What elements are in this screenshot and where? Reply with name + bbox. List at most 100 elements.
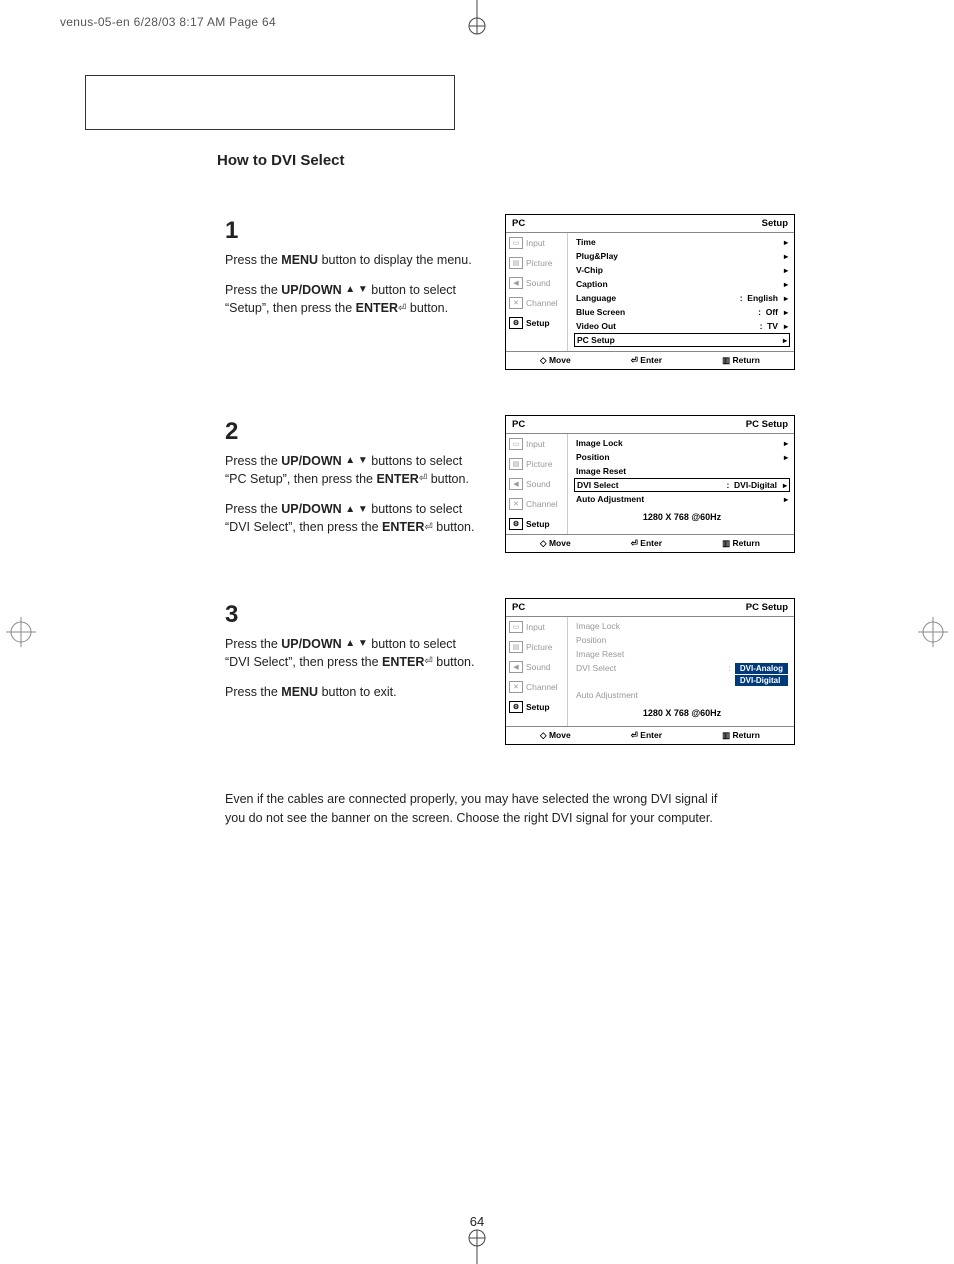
- osd-side-icon: ◀: [509, 661, 523, 673]
- header-box: [85, 75, 455, 130]
- step: 2 Press the UP/DOWN ▲ ▼ buttons to selec…: [225, 415, 795, 553]
- step-paragraph: Press the UP/DOWN ▲ ▼ buttons to select …: [225, 452, 475, 488]
- osd-side-input: ▭Input: [506, 233, 567, 253]
- osd-wrap: PCPC Setup ▭Input▤Picture◀Sound✕Channel⚙…: [505, 415, 795, 553]
- osd-header: PCSetup: [506, 215, 794, 233]
- osd-side-icon: ✕: [509, 681, 523, 693]
- osd-row: Position: [574, 633, 790, 647]
- osd-move: ◇ Move: [540, 355, 571, 366]
- osd-side-channel: ✕Channel: [506, 494, 567, 514]
- osd-row: DVI Select: DVI-Digital▸: [574, 478, 790, 492]
- osd-row: Time▸: [574, 235, 790, 249]
- osd-side-label: Sound: [526, 662, 551, 672]
- arrow-right-icon: ▸: [783, 481, 787, 490]
- osd-side-picture: ▤Picture: [506, 637, 567, 657]
- osd-row-label: DVI Select: [577, 480, 619, 490]
- osd-row-label: Time: [576, 237, 596, 247]
- arrow-right-icon: ▸: [784, 322, 788, 331]
- osd-row-label: PC Setup: [577, 335, 615, 345]
- osd-row-label: Caption: [576, 279, 608, 289]
- osd-side-label: Picture: [526, 459, 552, 469]
- osd-mode: PC: [512, 602, 525, 613]
- osd-row-label: Image Reset: [576, 466, 626, 476]
- osd-row-label: Image Lock: [576, 621, 620, 631]
- footnote: Even if the cables are connected properl…: [225, 790, 725, 829]
- osd-row-label: V-Chip: [576, 265, 603, 275]
- osd-row-val: : TV▸: [760, 321, 788, 331]
- steps-container: 1 Press the MENU button to display the m…: [225, 214, 795, 745]
- osd-side-label: Picture: [526, 642, 552, 652]
- step-paragraph: Press the MENU button to exit.: [225, 683, 475, 701]
- osd-row: Image Reset: [574, 647, 790, 661]
- osd-title: PC Setup: [746, 419, 788, 430]
- osd-option: DVI-Digital: [735, 675, 788, 686]
- osd-side-label: Channel: [526, 298, 558, 308]
- osd-row: Blue Screen : Off▸: [574, 305, 790, 319]
- osd-side-label: Input: [526, 439, 545, 449]
- osd-row-label: Blue Screen: [576, 307, 625, 317]
- osd-row: Image Lock ▸: [574, 436, 790, 450]
- osd-return: ▥ Return: [722, 730, 760, 741]
- crop-mark-bottom: [457, 1228, 497, 1264]
- osd-side-sound: ◀Sound: [506, 273, 567, 293]
- osd-side-icon: ⚙: [509, 518, 523, 530]
- osd-resolution: 1280 X 768 @60Hz: [574, 506, 790, 526]
- print-job-header: venus-05-en 6/28/03 8:17 AM Page 64: [60, 15, 276, 29]
- step: 1 Press the MENU button to display the m…: [225, 214, 795, 370]
- osd-side-icon: ▭: [509, 621, 523, 633]
- osd-side-label: Setup: [526, 519, 550, 529]
- osd-row: Language: English▸: [574, 291, 790, 305]
- osd-main: Time▸Plug&Play▸V-Chip▸Caption▸Language: …: [568, 233, 794, 351]
- osd-enter: ⏎ Enter: [631, 730, 662, 741]
- osd-row: Caption ▸: [574, 277, 790, 291]
- osd-side-setup: ⚙Setup: [506, 514, 567, 534]
- osd-row-val: ▸: [784, 439, 788, 448]
- osd-row-val: ▸: [784, 266, 788, 275]
- arrow-right-icon: ▸: [784, 439, 788, 448]
- osd-title: PC Setup: [746, 602, 788, 613]
- osd-row-label: Auto Adjustment: [576, 690, 638, 700]
- osd-side-channel: ✕Channel: [506, 677, 567, 697]
- crop-mark-right: [918, 617, 948, 647]
- osd-footer: ◇ Move ⏎ Enter ▥ Return: [506, 534, 794, 552]
- osd-title: Setup: [762, 218, 788, 229]
- osd-side-icon: ▭: [509, 438, 523, 450]
- osd-row: Video Out: TV▸: [574, 319, 790, 333]
- osd-row-label: Image Lock: [576, 438, 623, 448]
- step-paragraph: Press the MENU button to display the men…: [225, 251, 475, 269]
- osd-sidebar: ▭Input▤Picture◀Sound✕Channel⚙Setup: [506, 434, 568, 534]
- arrow-right-icon: ▸: [784, 308, 788, 317]
- osd-row-val: : Off▸: [758, 307, 788, 317]
- step-paragraph: Press the UP/DOWN ▲ ▼ buttons to select …: [225, 500, 475, 536]
- osd-side-picture: ▤Picture: [506, 454, 567, 474]
- osd-side-label: Picture: [526, 258, 552, 268]
- osd-row-label: Position: [576, 635, 606, 645]
- osd-side-channel: ✕Channel: [506, 293, 567, 313]
- osd-wrap: PCPC Setup ▭Input▤Picture◀Sound✕Channel⚙…: [505, 598, 795, 745]
- osd-row: Auto Adjustment: [574, 688, 790, 702]
- section-title: How to DVI Select: [217, 152, 865, 169]
- arrow-right-icon: ▸: [784, 266, 788, 275]
- osd-dviselect: PCPC Setup ▭Input▤Picture◀Sound✕Channel⚙…: [505, 598, 795, 745]
- osd-enter: ⏎ Enter: [631, 538, 662, 549]
- osd-row-label: Image Reset: [576, 649, 624, 659]
- arrow-right-icon: ▸: [784, 294, 788, 303]
- osd-side-icon: ▭: [509, 237, 523, 249]
- osd-side-input: ▭Input: [506, 617, 567, 637]
- osd-row-label: Auto Adjustment: [576, 494, 644, 504]
- osd-side-label: Setup: [526, 702, 550, 712]
- crop-mark-left: [6, 617, 36, 647]
- osd-row-val: ▸: [784, 453, 788, 462]
- step-number: 2: [225, 415, 475, 450]
- step-paragraph: Press the UP/DOWN ▲ ▼ button to select “…: [225, 635, 475, 671]
- osd-row-val: ▸: [784, 495, 788, 504]
- arrow-right-icon: ▸: [784, 280, 788, 289]
- osd-sidebar: ▭Input▤Picture◀Sound✕Channel⚙Setup: [506, 233, 568, 351]
- osd-side-icon: ◀: [509, 277, 523, 289]
- osd-row: Plug&Play▸: [574, 249, 790, 263]
- osd-footer: ◇ Move ⏎ Enter ▥ Return: [506, 726, 794, 744]
- osd-row-val: ▸: [784, 252, 788, 261]
- osd-option: DVI-Analog: [735, 663, 788, 674]
- osd-side-label: Sound: [526, 278, 551, 288]
- osd-main: Image Lock▸Position▸Image ResetDVI Selec…: [568, 434, 794, 534]
